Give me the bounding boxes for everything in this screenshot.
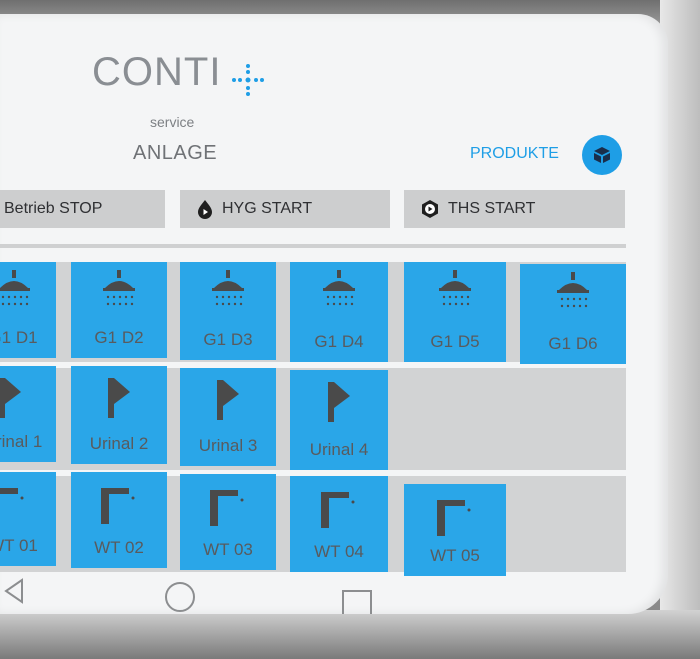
monitor-stand — [0, 610, 700, 659]
faucet-label: WT 04 — [314, 542, 364, 561]
hyg-start-button[interactable]: HYG START — [180, 190, 390, 228]
faucet-icon — [437, 500, 471, 536]
service-label: service — [150, 114, 195, 130]
urinal-tile-2[interactable]: Urinal 2 — [71, 366, 167, 464]
ths-start-label: THS START — [448, 200, 536, 217]
urinal-label: Urinal 4 — [309, 440, 369, 459]
shower-icon — [103, 270, 135, 306]
page-title: ANLAGE — [133, 142, 218, 164]
faucet-icon — [101, 488, 135, 524]
back-nav-icon[interactable] — [0, 576, 30, 606]
divider — [0, 244, 626, 248]
shower-icon — [0, 270, 30, 306]
urinal-tile-4[interactable]: Urinal 4 — [290, 370, 388, 470]
urinal-tile-1[interactable]: Urinal 1 — [0, 366, 56, 462]
urinal-label: Urinal 2 — [89, 434, 149, 453]
shower-icon — [557, 272, 589, 308]
home-nav-icon[interactable] — [163, 580, 197, 614]
faucet-icon — [210, 490, 244, 526]
faucet-icon — [321, 492, 355, 528]
faucet-tile-4[interactable]: WT 04 — [290, 476, 388, 572]
faucet-tile-3[interactable]: WT 03 — [180, 474, 276, 570]
faucet-label: WT 02 — [94, 538, 144, 557]
faucet-tile-5[interactable]: WT 05 — [404, 484, 506, 576]
shower-label: G1 D5 — [430, 332, 480, 351]
urinal-tile-3[interactable]: Urinal 3 — [180, 368, 276, 466]
hyg-start-label: HYG START — [222, 200, 313, 217]
faucet-tile-2[interactable]: WT 02 — [71, 472, 167, 568]
shower-tile-6[interactable]: G1 D6 — [520, 264, 626, 364]
urinal-icon — [0, 378, 21, 418]
urinal-icon — [328, 382, 350, 422]
ths-start-button[interactable]: THS START — [404, 190, 625, 228]
conti-logo-text: CONTI — [92, 50, 222, 94]
shower-tile-2[interactable]: G1 D2 — [71, 262, 167, 358]
urinal-icon — [108, 378, 130, 418]
urinal-label: Urinal 3 — [198, 436, 258, 455]
urinal-icon — [217, 380, 239, 420]
produkte-link[interactable]: PRODUKTE — [470, 145, 559, 163]
shower-label: G1 D3 — [203, 330, 253, 349]
shower-tile-1[interactable]: G1 D1 — [0, 262, 56, 358]
betrieb-stop-button[interactable]: Betrieb STOP — [0, 190, 165, 228]
faucet-label: WT 03 — [203, 540, 253, 559]
shower-icon — [212, 270, 244, 306]
conti-plus-logo-icon — [232, 64, 264, 96]
shower-tile-4[interactable]: G1 D4 — [290, 262, 388, 362]
recent-apps-nav-icon[interactable] — [340, 588, 374, 614]
produkte-button[interactable] — [582, 135, 622, 175]
box-icon — [594, 147, 610, 163]
betrieb-stop-label: Betrieb STOP — [4, 200, 103, 217]
shower-label: G1 D2 — [94, 328, 144, 347]
shower-icon — [439, 270, 471, 306]
faucet-label: WT 05 — [430, 546, 480, 565]
faucet-label: WT 01 — [0, 536, 38, 555]
touch-screen: CONTI service ANLAGE PRODUKTE Betrieb ST… — [0, 14, 668, 614]
urinal-label: Urinal 1 — [0, 432, 43, 451]
hexagon-play-icon — [422, 200, 438, 218]
shower-tile-5[interactable]: G1 D5 — [404, 262, 506, 362]
shower-label: G1 D1 — [0, 328, 38, 347]
shower-label: G1 D6 — [548, 334, 598, 353]
faucet-tile-1[interactable]: WT 01 — [0, 472, 56, 566]
faucet-icon — [0, 488, 24, 500]
shower-icon — [323, 270, 355, 306]
drop-play-icon — [198, 200, 212, 219]
shower-label: G1 D4 — [314, 332, 364, 351]
shower-tile-3[interactable]: G1 D3 — [180, 262, 276, 360]
